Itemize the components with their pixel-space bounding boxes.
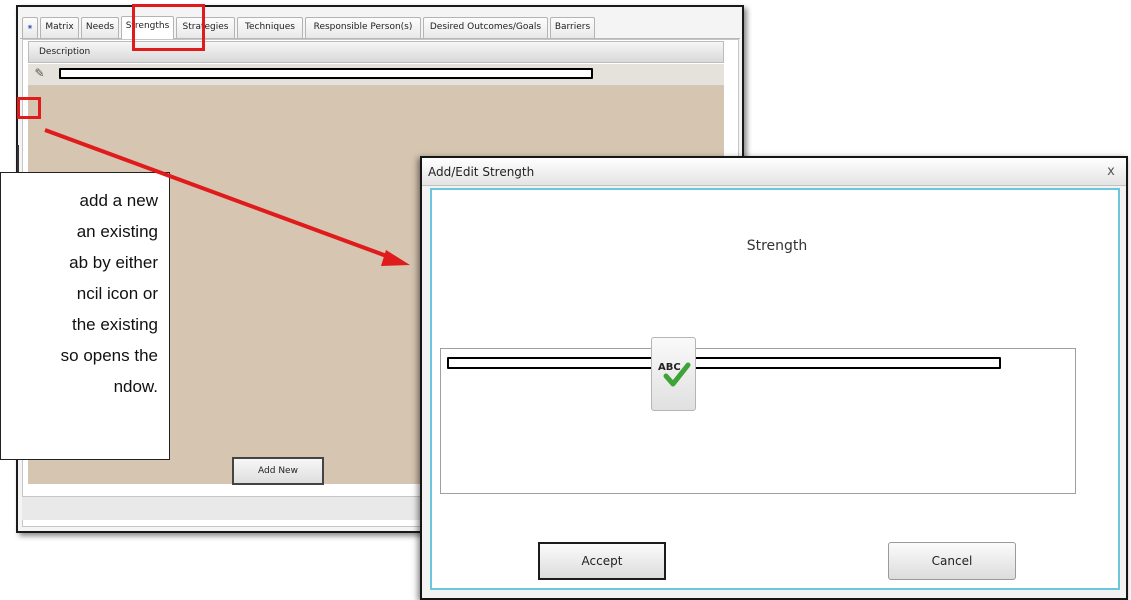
tab-barriers[interactable]: Barriers <box>550 17 595 38</box>
tab-home[interactable]: ⁕ <box>22 17 38 38</box>
spellcheck-icon: ABC <box>658 362 691 387</box>
redacted-description <box>59 68 593 79</box>
tab-matrix[interactable]: Matrix <box>40 17 79 38</box>
callout-line-2: an existing <box>76 222 158 241</box>
callout-connector <box>17 145 19 172</box>
add-edit-strength-dialog: Add/Edit Strength x Strength <box>420 156 1128 600</box>
tab-techniques[interactable]: Techniques <box>237 17 303 38</box>
spellcheck-abc-text: ABC <box>658 362 681 373</box>
strength-textarea[interactable] <box>440 348 1076 494</box>
spellcheck-button[interactable]: ABC <box>651 337 696 411</box>
pencil-icon[interactable]: ✎ <box>31 65 48 82</box>
column-header-description[interactable]: Description <box>39 42 90 63</box>
callout-box: add a new an existing ab by either ncil … <box>0 172 170 460</box>
callout-line-6: so opens the <box>60 346 158 365</box>
strengths-tab-highlight <box>132 4 205 51</box>
callout-line-3: ab by either <box>69 253 158 272</box>
callout-line-5: the existing <box>72 315 158 334</box>
tab-responsible-persons[interactable]: Responsible Person(s) <box>305 17 421 38</box>
pencil-icon-highlight <box>17 97 41 119</box>
close-icon[interactable]: x <box>1102 158 1120 186</box>
tab-needs[interactable]: Needs <box>81 17 119 38</box>
tab-strip: ⁕ Matrix Needs Strengths Strategies Tech… <box>20 15 740 39</box>
accept-button[interactable]: Accept <box>538 542 666 580</box>
dialog-title: Add/Edit Strength <box>428 165 535 179</box>
dialog-body: Strength <box>430 188 1120 590</box>
cancel-button[interactable]: Cancel <box>888 542 1016 580</box>
strength-heading: Strength <box>746 238 808 254</box>
dialog-titlebar: Add/Edit Strength x <box>422 158 1126 186</box>
callout-line-4: ncil icon or <box>76 284 158 303</box>
redacted-strength-text <box>447 357 1001 369</box>
tab-desired-outcomes-goals[interactable]: Desired Outcomes/Goals <box>423 17 548 38</box>
callout-line-7: ndow. <box>113 377 158 396</box>
globe-icon: ⁕ <box>26 23 34 32</box>
callout-text: add a new an existing ab by either ncil … <box>1 173 176 461</box>
callout-line-1: add a new <box>79 191 158 210</box>
add-new-button[interactable]: Add New <box>232 457 324 485</box>
